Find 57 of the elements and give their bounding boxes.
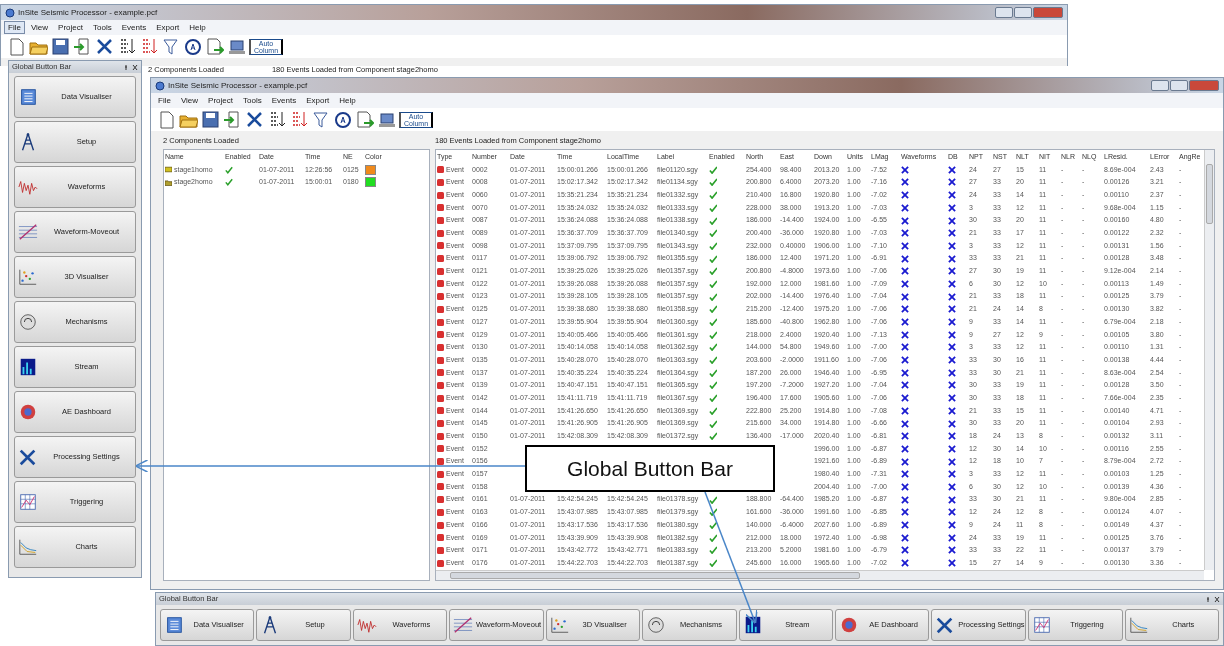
- layer-icon: [165, 166, 172, 174]
- maximize-button[interactable]: [1170, 80, 1188, 91]
- pin-close-icon[interactable]: [1206, 595, 1220, 603]
- app-icon: [5, 7, 15, 18]
- menu-item[interactable]: View: [26, 21, 53, 34]
- window-title: InSite Seismic Processor - example.pcf: [18, 6, 158, 19]
- dial-icon: [646, 615, 667, 635]
- vertical-scrollbar[interactable]: [1204, 150, 1214, 570]
- dial-icon: [18, 312, 38, 332]
- line-chart-icon: [18, 537, 38, 557]
- scatter-plot-icon: [18, 267, 38, 287]
- document-stack-icon: [164, 615, 184, 635]
- menu-item[interactable]: Tools: [89, 21, 116, 34]
- moveout-chart-icon: [453, 615, 473, 635]
- maximize-button[interactable]: [1014, 7, 1032, 18]
- menu-item[interactable]: Help: [335, 94, 360, 107]
- menu-item[interactable]: Help: [185, 21, 210, 34]
- horizontal-scrollbar[interactable]: [436, 570, 1204, 580]
- filter-icon[interactable]: [311, 110, 330, 129]
- menu-item[interactable]: File: [154, 94, 175, 107]
- menu-item[interactable]: Project: [54, 21, 87, 34]
- menu-item[interactable]: Project: [204, 94, 237, 107]
- import-icon[interactable]: [73, 37, 92, 56]
- refresh-icon[interactable]: [183, 37, 202, 56]
- save-icon[interactable]: [201, 110, 220, 129]
- save-icon[interactable]: [51, 37, 70, 56]
- app-icon: [155, 80, 165, 91]
- folder-icon: [165, 178, 172, 186]
- export-icon[interactable]: [205, 37, 224, 56]
- menu-item[interactable]: Events: [117, 21, 151, 34]
- window-title: InSite Seismic Processor - example.pcf: [168, 79, 308, 92]
- scatter-plot-icon: [550, 615, 570, 635]
- sphere-icon: [18, 402, 38, 422]
- refresh-icon[interactable]: [333, 110, 352, 129]
- filter-icon[interactable]: [161, 37, 180, 56]
- menu-item[interactable]: Export: [302, 94, 334, 107]
- minimize-button[interactable]: [1151, 80, 1169, 91]
- menu-item[interactable]: File: [4, 21, 25, 34]
- import-icon[interactable]: [223, 110, 242, 129]
- moveout-chart-icon: [18, 222, 38, 242]
- laptop-icon[interactable]: [227, 37, 246, 56]
- laptop-icon[interactable]: [377, 110, 396, 129]
- new-document-icon[interactable]: [7, 37, 26, 56]
- menu-item[interactable]: Tools: [239, 94, 266, 107]
- grid-chart-icon: [1032, 615, 1053, 635]
- callout-label: Global Button Bar: [525, 445, 775, 492]
- minimize-button[interactable]: [995, 7, 1013, 18]
- menu-item[interactable]: Events: [267, 94, 301, 107]
- document-stack-icon: [18, 87, 38, 107]
- pin-close-icon[interactable]: [124, 63, 138, 71]
- menu-item[interactable]: View: [176, 94, 203, 107]
- new-document-icon[interactable]: [157, 110, 176, 129]
- grid-chart-icon: [18, 492, 38, 512]
- export-icon[interactable]: [355, 110, 374, 129]
- menu-item[interactable]: Export: [152, 21, 184, 34]
- line-chart-icon: [1128, 615, 1149, 635]
- stream-chart-icon: [18, 357, 38, 377]
